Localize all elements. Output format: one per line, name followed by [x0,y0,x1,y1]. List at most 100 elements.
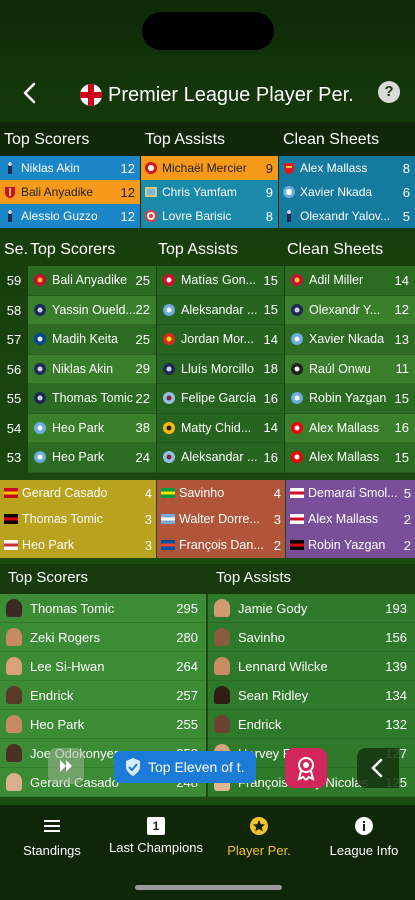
season-row: 56 Niklas Akin 29 Lluís Morcillo 18 Raúl Onwu… [0,354,415,384]
club-crest-icon [291,421,303,434]
nation-cell[interactable]: Savinho 4 [157,480,285,506]
player-name: Raúl Onwu [309,361,371,376]
season-scorer-cell[interactable]: Niklas Akin 29 [28,354,156,384]
season-assist-cell[interactable]: Aleksandar ... 15 [157,295,284,325]
player-name: Alex Mallass [300,161,368,175]
leader-cell[interactable]: Olexandr Yalov... 5 [279,204,415,228]
player-name: Savinho [238,629,285,645]
season-scorer-cell[interactable]: Heo Park 38 [28,413,156,443]
list-item[interactable]: Zeki Rogers 280 [0,623,206,652]
nation-cell[interactable]: Thomas Tomic 3 [0,506,156,532]
season-scorer-cell[interactable]: Bali Anyadike 25 [28,266,156,296]
leader-cell[interactable]: Lovre Barisic 8 [141,204,278,228]
season-scorer-cell[interactable]: Yassin Oueld... 22 [28,295,156,325]
player-value: 2 [403,511,411,527]
nation-cell[interactable]: Robin Yazgan 2 [286,532,415,558]
player-value: 3 [273,511,281,527]
season-clean-sheet-cell[interactable]: Adil Miller 14 [285,266,415,296]
nation-cell[interactable]: Demarai Smol... 5 [286,480,415,506]
season-assist-cell[interactable]: Matías Gon... 15 [157,266,284,296]
list-item[interactable]: Endrick 132 [208,710,415,739]
player-value: 12 [394,302,409,318]
list-item[interactable]: Lee Si-Hwan 264 [0,652,206,681]
player-name: Jamie Gody [238,600,308,616]
tab-last-champions[interactable]: 1 Last Champions [103,817,209,855]
collapse-button[interactable] [357,748,399,788]
leader-cell[interactable]: Bali Anyadike 12 [0,180,140,204]
top-eleven-label: Top Eleven of t. [148,759,245,775]
help-icon[interactable]: ? [378,81,400,103]
header-clean-sheets: Clean Sheets [283,131,380,148]
player-value: 2 [273,537,281,553]
leader-cell[interactable]: Alex Mallass 8 [279,156,415,180]
page-title: Premier League Player Per. [108,83,354,106]
list-item[interactable]: Endrick 257 [0,681,206,710]
tab-standings[interactable]: Standings [14,817,90,858]
season-assist-cell[interactable]: Aleksandar ... 16 [157,443,284,473]
leader-cell[interactable]: Niklas Akin 12 [0,156,140,180]
tab-player-per[interactable]: Player Per. [222,817,296,858]
awards-button[interactable] [285,748,327,788]
season-number: 54 [6,420,22,436]
season-number: 53 [6,450,22,465]
season-clean-sheet-cell[interactable]: Alex Mallass 15 [285,443,415,473]
leader-cell[interactable]: Chris Yamfam 9 [141,180,278,204]
season-clean-sheet-cell[interactable]: Xavier Nkada 13 [285,325,415,355]
season-assist-cell[interactable]: Jordan Mor... 14 [157,325,284,355]
season-assist-cell[interactable]: Matty Chid... 14 [157,413,284,443]
club-crest-icon [34,421,46,434]
club-crest-icon [163,333,175,346]
club-crest-icon [8,210,12,222]
club-crest-icon [145,162,157,174]
england-flag-icon [80,84,102,106]
season-scorer-cell[interactable]: Heo Park 24 [28,443,156,473]
player-value: 24 [135,449,150,465]
top-eleven-button[interactable]: Top Eleven of t. [114,751,256,783]
player-name: Alessio Guzzo [21,209,98,223]
list-item[interactable]: Jamie Gody 193 [208,594,415,623]
nation-cell[interactable]: Alex Mallass 2 [286,506,415,532]
player-name: Michaël Mercier [162,161,247,175]
season-clean-sheet-cell[interactable]: Raúl Onwu 11 [285,354,415,384]
player-value: 9 [265,184,273,200]
fast-forward-button[interactable] [48,748,84,784]
list-item[interactable]: Savinho 156 [208,623,415,652]
season-clean-sheet-cell[interactable]: Alex Mallass 16 [285,413,415,443]
player-value: 25 [135,331,150,347]
list-item[interactable]: Thomas Tomic 295 [0,594,206,623]
player-name: Gerard Casado [22,486,108,500]
leader-cell[interactable]: Michaël Mercier 9 [141,156,278,180]
list-item[interactable]: Sean Ridley 134 [208,681,415,710]
season-clean-sheet-cell[interactable]: Olexandr Y... 12 [285,295,415,325]
chevron-left-icon [371,758,383,778]
season-assist-cell[interactable]: Lluís Morcillo 18 [157,354,284,384]
info-icon [355,817,373,835]
player-value: 9 [265,160,273,176]
player-name: Thomas Tomic [52,391,134,406]
back-button[interactable] [18,80,44,106]
player-name: Jordan Mor... [181,332,254,347]
player-value: 22 [135,390,150,406]
nation-col-clean-sheets: Demarai Smol... 5 Alex Mallass 2 Robin Yazga… [286,480,415,558]
season-assist-cell[interactable]: Felipe García 16 [157,384,284,414]
season-scorer-cell[interactable]: Thomas Tomic 22 [28,384,156,414]
player-value: 132 [385,716,407,732]
list-item[interactable]: Heo Park 255 [0,710,206,739]
player-value: 139 [385,658,407,674]
season-scorer-cell[interactable]: Madih Keita 25 [28,325,156,355]
tab-league-info[interactable]: League Info [322,817,406,858]
club-crest-icon [283,186,295,198]
nation-cell[interactable]: Walter Dorre... 3 [157,506,285,532]
nation-cell[interactable]: Gerard Casado 4 [0,480,156,506]
nation-cell[interactable]: Heo Park 3 [0,532,156,558]
avatar [214,599,230,617]
camera-notch [142,12,274,50]
season-number: 56 [6,361,22,377]
leader-cell[interactable]: Xavier Nkada 6 [279,180,415,204]
season-clean-sheet-cell[interactable]: Robin Yazgan 15 [285,384,415,414]
player-value: 2 [403,537,411,553]
nation-cell[interactable]: François Dan... 2 [157,532,285,558]
leader-cell[interactable]: Alessio Guzzo 12 [0,204,140,228]
list-item[interactable]: Lennard Wilcke 139 [208,652,415,681]
player-value: 22 [135,302,150,318]
